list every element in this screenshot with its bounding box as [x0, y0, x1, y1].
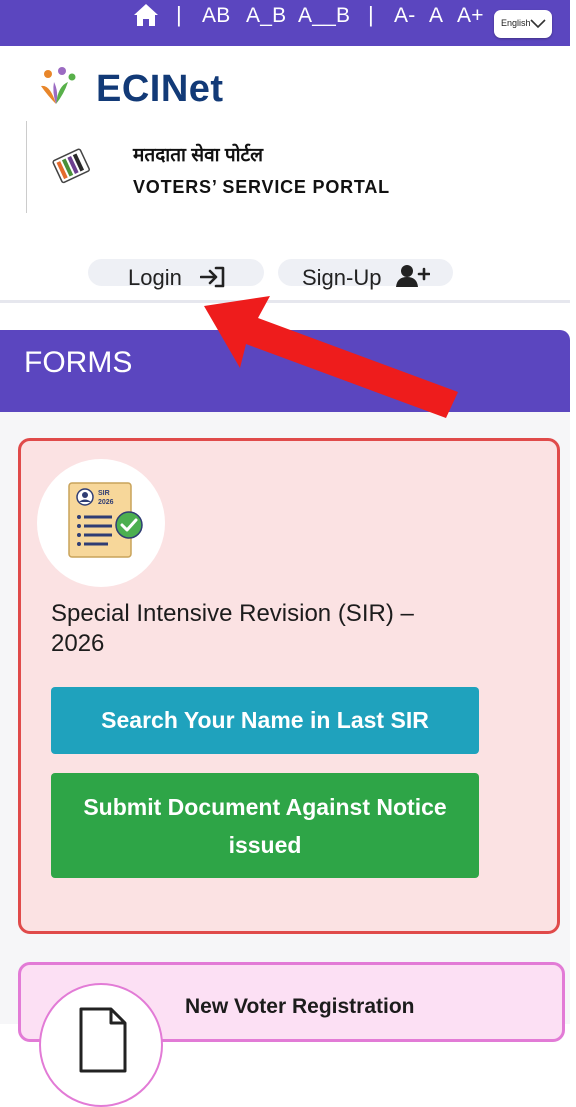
text-size-decrease[interactable]: A-	[394, 4, 415, 28]
chevron-down-icon	[530, 19, 546, 29]
voting-machine-icon	[52, 148, 90, 184]
text-size-normal[interactable]: A	[429, 4, 443, 28]
separator: |	[368, 2, 374, 27]
vertical-divider	[26, 121, 27, 213]
sir-card-title: Special Intensive Revision (SIR) – 2026	[51, 600, 414, 657]
login-icon	[200, 266, 225, 288]
form-document-icon	[79, 1007, 127, 1073]
submit-document-notice-button[interactable]: Submit Document Against Notice issued	[51, 773, 479, 878]
top-accessibility-bar: | AB A_B A__B | A- A A+ English	[0, 0, 570, 46]
forms-heading: FORMS	[24, 346, 133, 379]
new-voter-icon-circle	[39, 983, 163, 1107]
portal-title: VOTERS’ SERVICE PORTAL	[133, 177, 390, 197]
sir-form-card: SIR 2026 Special Intensive Revision (SIR…	[18, 438, 560, 934]
font-spacing-ab[interactable]: AB	[202, 4, 230, 28]
sir-icon-label: SIR	[98, 490, 110, 497]
portal-title-hindi: मतदाता सेवा पोर्टल	[133, 145, 264, 166]
language-select[interactable]: English	[494, 10, 552, 38]
add-user-icon	[396, 265, 430, 287]
language-label: English	[501, 18, 531, 28]
text-size-increase[interactable]: A+	[457, 4, 484, 28]
sir-document-icon: SIR 2026	[68, 482, 143, 558]
eci-logo-icon	[41, 67, 76, 104]
font-spacing-a-b[interactable]: A_B	[246, 4, 286, 28]
signup-button[interactable]: Sign-Up	[278, 259, 453, 290]
sir-icon-year: 2026	[98, 499, 114, 506]
red-arrow-annotation	[204, 296, 458, 418]
login-label: Login	[128, 265, 182, 290]
brand-logo-text: ECINet	[96, 68, 224, 110]
new-voter-card-title: New Voter Registration	[185, 995, 415, 1018]
separator: |	[176, 2, 182, 27]
home-icon[interactable]	[133, 3, 159, 27]
search-name-last-sir-button[interactable]: Search Your Name in Last SIR	[51, 687, 479, 754]
new-voter-registration-card[interactable]: New Voter Registration	[18, 962, 565, 1107]
signup-label: Sign-Up	[302, 265, 382, 290]
font-spacing-a--b[interactable]: A__B	[298, 4, 350, 28]
sir-icon-circle: SIR 2026	[37, 459, 165, 587]
login-button[interactable]: Login	[88, 259, 264, 290]
